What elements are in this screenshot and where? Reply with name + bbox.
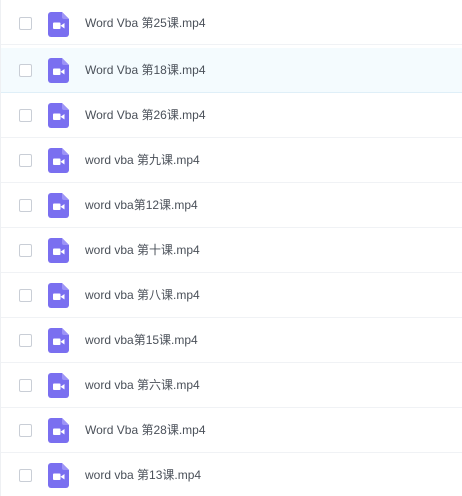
video-file-icon (48, 283, 69, 308)
file-name[interactable]: word vba第12课.mp4 (85, 197, 198, 213)
row-checkbox[interactable] (19, 17, 32, 30)
video-file-icon (48, 103, 69, 128)
file-name[interactable]: word vba 第六课.mp4 (85, 377, 200, 393)
file-row[interactable]: word vba 第九课.mp4 (1, 138, 462, 183)
file-row[interactable]: word vba 第六课.mp4 (1, 363, 462, 408)
row-checkbox[interactable] (19, 109, 32, 122)
video-file-icon (48, 58, 69, 83)
row-checkbox[interactable] (19, 64, 32, 77)
file-row[interactable]: word vba 第八课.mp4 (1, 273, 462, 318)
row-checkbox[interactable] (19, 154, 32, 167)
file-name[interactable]: word vba 第13课.mp4 (85, 467, 201, 483)
file-name[interactable]: word vba第15课.mp4 (85, 332, 198, 348)
row-checkbox[interactable] (19, 289, 32, 302)
row-checkbox[interactable] (19, 379, 32, 392)
file-name[interactable]: word vba 第十课.mp4 (85, 242, 200, 258)
file-row[interactable]: Word Vba 第26课.mp4 (1, 93, 462, 138)
video-file-icon (48, 148, 69, 173)
file-row[interactable]: Word Vba 第28课.mp4 (1, 408, 462, 453)
file-row[interactable]: word vba 第13课.mp4 (1, 453, 462, 496)
file-name[interactable]: Word Vba 第18课.mp4 (85, 62, 206, 78)
video-file-icon (48, 418, 69, 443)
file-list: Word Vba 第25课.mp4 Word Vba 第18课.mp4 Word… (0, 0, 462, 496)
video-file-icon (48, 463, 69, 488)
file-name[interactable]: Word Vba 第26课.mp4 (85, 107, 206, 123)
video-file-icon (48, 238, 69, 263)
video-file-icon (48, 373, 69, 398)
row-checkbox[interactable] (19, 199, 32, 212)
row-checkbox[interactable] (19, 469, 32, 482)
file-name[interactable]: Word Vba 第25课.mp4 (85, 15, 206, 31)
file-name[interactable]: word vba 第八课.mp4 (85, 287, 200, 303)
file-row[interactable]: word vba第12课.mp4 (1, 183, 462, 228)
video-file-icon (48, 328, 69, 353)
file-row[interactable]: word vba第15课.mp4 (1, 318, 462, 363)
video-file-icon (48, 12, 69, 37)
file-row[interactable]: Word Vba 第18课.mp4 (1, 48, 462, 93)
file-row[interactable]: word vba 第十课.mp4 (1, 228, 462, 273)
file-row[interactable]: Word Vba 第25课.mp4 (1, 0, 462, 45)
row-checkbox[interactable] (19, 334, 32, 347)
file-name[interactable]: Word Vba 第28课.mp4 (85, 422, 206, 438)
file-name[interactable]: word vba 第九课.mp4 (85, 152, 200, 168)
video-file-icon (48, 193, 69, 218)
row-checkbox[interactable] (19, 424, 32, 437)
row-checkbox[interactable] (19, 244, 32, 257)
